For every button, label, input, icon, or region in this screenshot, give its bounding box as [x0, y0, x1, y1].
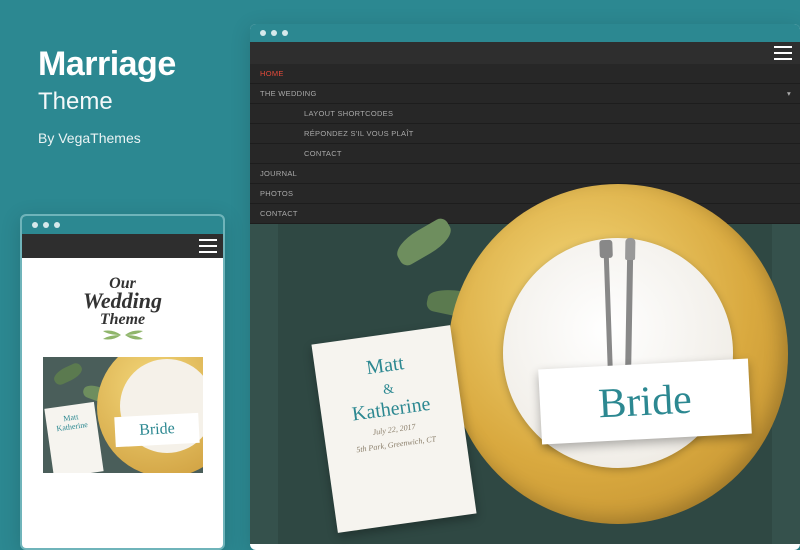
laurel-icon [53, 329, 193, 341]
leaf-icon [392, 216, 457, 269]
invitation-card: Matt Katherine [44, 402, 103, 473]
window-dot-icon [271, 30, 277, 36]
place-card-label: Bride [597, 375, 693, 428]
invite-ampersand: & [382, 382, 395, 398]
window-topbar [250, 24, 800, 42]
mobile-hero: Our Wedding Theme Matt Katherine [22, 258, 223, 483]
window-dot-icon [54, 222, 60, 228]
logo-line3: Theme [53, 312, 193, 327]
invitation-card: Matt & Katherine July 22, 2017 5th Park,… [311, 325, 476, 533]
window-dot-icon [260, 30, 266, 36]
table-scene: Matt & Katherine July 22, 2017 5th Park,… [278, 224, 772, 544]
desktop-content: HOMETHE WEDDING▾LAYOUT SHORTCODESRÉPONDE… [250, 42, 800, 550]
place-card: Bride [538, 359, 752, 445]
site-logo[interactable]: Our Wedding Theme [53, 276, 193, 341]
theme-header: Marriage Theme By VegaThemes [38, 45, 176, 146]
mobile-content: Our Wedding Theme Matt Katherine [22, 234, 223, 548]
invite-name: Katherine [55, 420, 87, 433]
logo-line2: Wedding [83, 288, 162, 313]
desktop-hero-image: Matt & Katherine July 22, 2017 5th Park,… [250, 224, 800, 544]
menu-item[interactable]: CONTACT [250, 144, 800, 164]
window-dot-icon [43, 222, 49, 228]
menu-item[interactable]: RÉPONDEZ S'IL VOUS PLAÎT [250, 124, 800, 144]
desktop-navbar [250, 42, 800, 64]
hamburger-icon[interactable] [774, 46, 792, 60]
mobile-hero-image: Matt Katherine Bride [43, 357, 203, 473]
main-menu: HOMETHE WEDDING▾LAYOUT SHORTCODESRÉPONDE… [250, 42, 800, 224]
mobile-preview-frame: Our Wedding Theme Matt Katherine [20, 214, 225, 550]
window-topbar [22, 216, 223, 234]
window-dot-icon [32, 222, 38, 228]
desktop-preview-frame: HOMETHE WEDDING▾LAYOUT SHORTCODESRÉPONDE… [250, 24, 800, 550]
menu-item[interactable]: THE WEDDING▾ [250, 84, 800, 104]
theme-byline: By VegaThemes [38, 130, 176, 146]
menu-item[interactable]: LAYOUT SHORTCODES [250, 104, 800, 124]
menu-item[interactable]: PHOTOS [250, 184, 800, 204]
place-card: Bride [114, 413, 199, 447]
hamburger-icon[interactable] [199, 239, 217, 253]
theme-subtitle: Theme [38, 88, 176, 116]
caret-down-icon[interactable]: ▾ [784, 88, 794, 98]
leaf-icon [51, 362, 84, 387]
menu-item[interactable]: HOME [250, 64, 800, 84]
invite-name2: Katherine [351, 393, 432, 426]
window-dot-icon [282, 30, 288, 36]
menu-item[interactable]: JOURNAL [250, 164, 800, 184]
place-card-label: Bride [138, 420, 174, 440]
mobile-navbar [22, 234, 223, 258]
theme-title: Marriage [38, 45, 176, 84]
invite-name1: Matt [365, 352, 405, 379]
